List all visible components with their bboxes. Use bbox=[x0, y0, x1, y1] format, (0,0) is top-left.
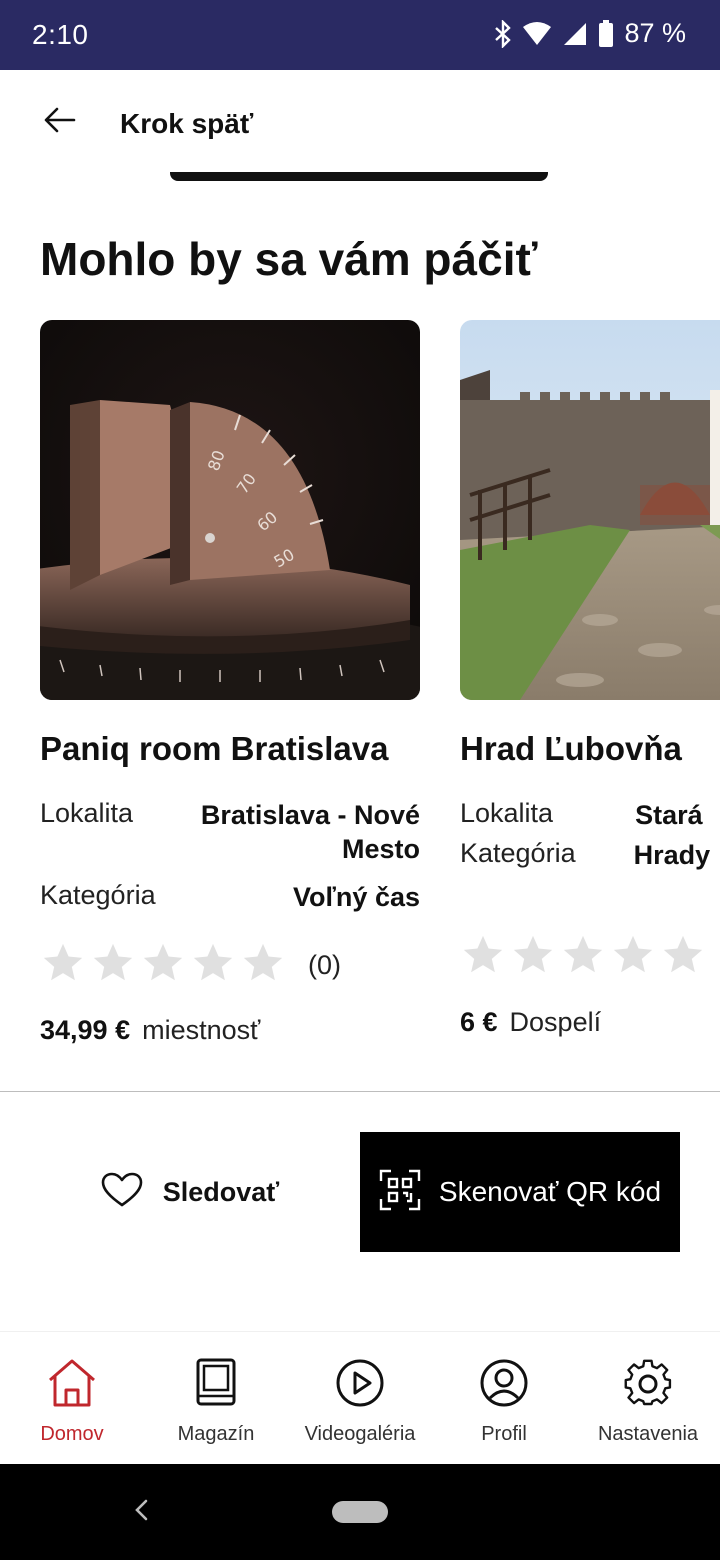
nav-label-magazine: Magazín bbox=[177, 1423, 255, 1445]
star-icon bbox=[510, 932, 556, 983]
card-title[interactable]: Hrad Ľubovňa bbox=[460, 730, 720, 768]
battery-icon bbox=[598, 19, 614, 48]
price-unit: Dospelí bbox=[509, 1007, 602, 1037]
card-price-row: 6 € Dospelí bbox=[460, 1007, 720, 1038]
chevron-left-icon bbox=[133, 1498, 149, 1527]
heart-icon bbox=[101, 1172, 143, 1213]
bottom-navigation: Domov Magazín Videogaléria Profil Nastav… bbox=[0, 1331, 720, 1464]
star-icon bbox=[610, 932, 656, 983]
location-value: Stará bbox=[635, 800, 703, 830]
star-icon bbox=[240, 940, 286, 991]
play-icon bbox=[335, 1358, 385, 1413]
location-label: Lokalita bbox=[40, 798, 134, 828]
card-image-sundial[interactable]: 80 70 60 50 bbox=[40, 320, 420, 700]
follow-button[interactable]: Sledovať bbox=[40, 1132, 340, 1252]
category-label: Kategória bbox=[460, 838, 576, 868]
category-value: Hrady bbox=[633, 840, 711, 870]
bluetooth-icon bbox=[494, 19, 512, 48]
card-image-castle[interactable] bbox=[460, 320, 720, 700]
back-label[interactable]: Krok späť bbox=[120, 108, 253, 140]
book-icon bbox=[192, 1358, 240, 1413]
rating-count: (0) bbox=[308, 950, 341, 980]
profile-icon bbox=[479, 1358, 529, 1413]
category-value: Voľný čas bbox=[293, 882, 420, 912]
price: 6 € bbox=[460, 1007, 498, 1037]
system-home-button[interactable] bbox=[332, 1501, 388, 1523]
location-value: Bratislava - Nové Mesto bbox=[200, 800, 420, 864]
recommendation-card[interactable]: 80 70 60 50 Paniq room Bratislava Lokali… bbox=[40, 320, 420, 1046]
content-divider bbox=[170, 172, 548, 181]
gear-icon bbox=[623, 1358, 673, 1413]
back-button[interactable] bbox=[30, 100, 90, 144]
card-location-row: Lokalita Bratislava - Nové Mesto bbox=[40, 798, 420, 866]
system-navigation-bar bbox=[0, 1464, 720, 1560]
nav-label-home: Domov bbox=[40, 1423, 104, 1445]
nav-item-videogallery[interactable]: Videogaléria bbox=[288, 1332, 432, 1464]
nav-item-settings[interactable]: Nastavenia bbox=[576, 1332, 720, 1464]
star-icon bbox=[190, 940, 236, 991]
status-time: 2:10 bbox=[32, 19, 89, 50]
status-icons: 87 % bbox=[494, 18, 686, 49]
system-back-button[interactable] bbox=[126, 1494, 156, 1530]
nav-label-profile: Profil bbox=[481, 1423, 527, 1445]
location-label: Lokalita bbox=[460, 798, 554, 828]
nav-label-settings: Nastavenia bbox=[597, 1423, 699, 1445]
star-icon bbox=[560, 932, 606, 983]
section-divider bbox=[0, 1091, 720, 1092]
nav-item-home[interactable]: Domov bbox=[0, 1332, 144, 1464]
wifi-icon bbox=[522, 21, 552, 47]
nav-item-magazine[interactable]: Magazín bbox=[144, 1332, 288, 1464]
scan-qr-label: Skenovať QR kód bbox=[438, 1176, 662, 1207]
nav-item-profile[interactable]: Profil bbox=[432, 1332, 576, 1464]
star-icon bbox=[140, 940, 186, 991]
star-icon bbox=[40, 940, 86, 991]
card-title[interactable]: Paniq room Bratislava bbox=[40, 730, 420, 768]
recommendation-carousel[interactable]: 80 70 60 50 Paniq room Bratislava Lokali… bbox=[0, 320, 720, 1080]
card-rating bbox=[460, 932, 720, 983]
card-category-row: Kategória Hrady bbox=[460, 838, 720, 872]
section-title: Mohlo by sa vám páčiť bbox=[40, 233, 538, 285]
status-bar: 2:10 87 % bbox=[0, 0, 720, 70]
card-price-row: 34,99 € miestnosť bbox=[40, 1015, 420, 1046]
scan-qr-button[interactable]: Skenovať QR kód bbox=[360, 1132, 680, 1252]
recommendation-card[interactable]: Hrad Ľubovňa Lokalita Stará Kategória Hr… bbox=[460, 320, 720, 1038]
top-bar: Krok späť bbox=[0, 70, 720, 175]
card-category-row: Kategória Voľný čas bbox=[40, 880, 420, 914]
signal-icon bbox=[562, 21, 588, 47]
battery-percent: 87 % bbox=[624, 18, 686, 48]
price-unit: miestnosť bbox=[142, 1015, 261, 1045]
star-icon bbox=[460, 932, 506, 983]
card-location-row: Lokalita Stará bbox=[460, 798, 720, 832]
star-icon bbox=[660, 932, 706, 983]
arrow-left-icon bbox=[44, 107, 76, 138]
card-rating: (0) bbox=[40, 940, 420, 991]
qr-code-icon bbox=[379, 1169, 421, 1216]
follow-label: Sledovať bbox=[162, 1176, 280, 1207]
price: 34,99 € bbox=[40, 1015, 131, 1045]
nav-label-videogallery: Videogaléria bbox=[304, 1423, 416, 1445]
star-icon bbox=[90, 940, 136, 991]
category-label: Kategória bbox=[40, 880, 156, 910]
home-icon bbox=[46, 1358, 98, 1413]
